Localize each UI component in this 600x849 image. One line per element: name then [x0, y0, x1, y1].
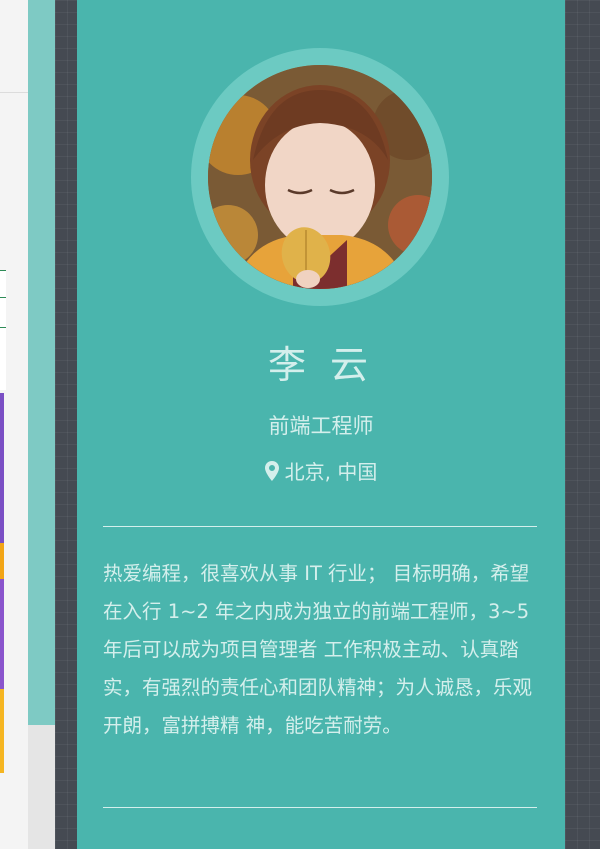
gray-side-block — [28, 725, 55, 849]
background-panel — [0, 270, 6, 390]
background-block — [0, 543, 4, 579]
pattern-border-left — [55, 0, 77, 849]
avatar-ring — [191, 48, 449, 306]
teal-side-strip — [28, 0, 55, 725]
profile-location: 北京, 中国 — [77, 456, 565, 485]
section-divider — [103, 526, 537, 527]
background-block — [0, 689, 4, 773]
background-block — [0, 579, 4, 689]
background-line — [0, 297, 6, 298]
background-block — [0, 393, 4, 543]
map-marker-icon — [264, 460, 279, 481]
avatar-photo — [208, 65, 432, 289]
profile-name: 李 云 — [267, 343, 375, 387]
background-divider — [0, 92, 28, 93]
background-line — [0, 327, 6, 328]
profile-bio: 热爱编程，很喜欢从事 IT 行业； 目标明确，希望在入行 1~2 年之内成为独立… — [103, 562, 533, 737]
pattern-border-right — [565, 0, 600, 849]
avatar — [208, 65, 432, 289]
background-app-edge — [0, 0, 28, 849]
section-divider — [103, 807, 537, 808]
profile-title: 前端工程师 — [268, 414, 374, 438]
profile-card: 李 云 前端工程师 北京, 中国 热爱编程，很喜欢从事 IT 行业； 目标明确，… — [77, 0, 565, 849]
location-text: 北京, 中国 — [284, 460, 378, 484]
